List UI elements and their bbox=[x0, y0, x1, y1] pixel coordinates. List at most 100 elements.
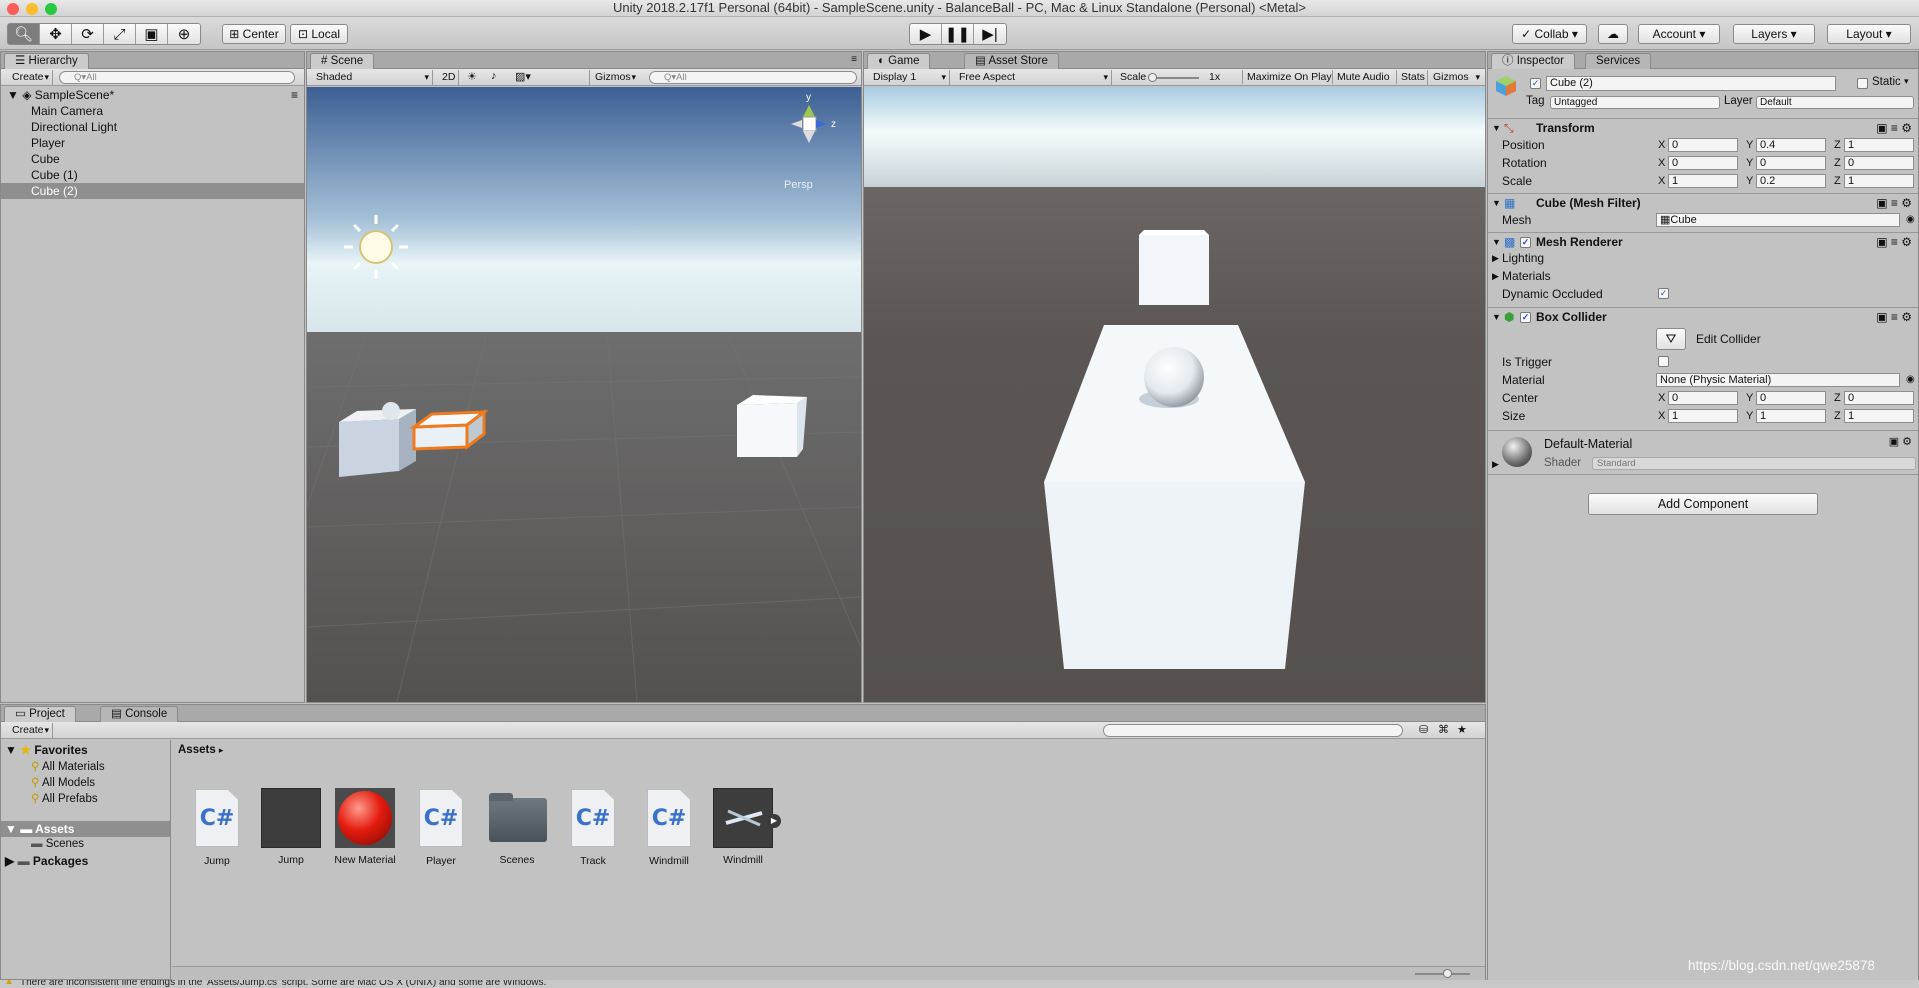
maximize-on-play-toggle[interactable]: Maximize On Play bbox=[1242, 70, 1336, 84]
account-dropdown[interactable]: Account ▾ bbox=[1638, 24, 1720, 44]
asset-item[interactable]: Jump bbox=[256, 788, 326, 866]
rotation-z-field[interactable]: 0 bbox=[1844, 156, 1914, 170]
asset-item[interactable]: C# Track bbox=[558, 788, 628, 867]
asset-item[interactable]: C# Windmill bbox=[634, 788, 704, 867]
aspect-dropdown[interactable]: Free Aspect bbox=[954, 70, 1112, 85]
scale-slider-thumb[interactable] bbox=[1148, 73, 1157, 82]
step-icon[interactable]: ▶| bbox=[974, 24, 1006, 44]
minimize-window-button[interactable] bbox=[26, 3, 38, 15]
size-y-field[interactable]: 1 bbox=[1756, 409, 1826, 423]
hierarchy-item[interactable]: Player bbox=[1, 135, 304, 151]
favorite-star-icon[interactable]: ★ bbox=[1457, 723, 1470, 736]
shader-dropdown[interactable]: Standard bbox=[1592, 457, 1916, 470]
icon-size-slider[interactable] bbox=[1415, 969, 1470, 978]
game-gizmos-dropdown[interactable]: Gizmos bbox=[1427, 70, 1483, 85]
zoom-window-button[interactable] bbox=[45, 3, 57, 15]
expand-prefab-icon[interactable]: ▶ bbox=[767, 814, 781, 828]
scale-tool-icon[interactable]: ⤢ bbox=[104, 24, 136, 44]
filter-type-icon[interactable]: ⛁ bbox=[1419, 723, 1432, 736]
object-picker-icon[interactable]: ◉ bbox=[1906, 211, 1915, 229]
shading-mode-dropdown[interactable]: Shaded bbox=[311, 70, 433, 85]
scenes-tree-item[interactable]: ▬ Scenes bbox=[31, 838, 84, 850]
materials-foldout[interactable]: ▶ Materials bbox=[1488, 267, 1918, 285]
project-search-input[interactable] bbox=[1103, 724, 1403, 737]
tab-services[interactable]: Services bbox=[1585, 53, 1652, 69]
position-x-field[interactable]: 0 bbox=[1668, 138, 1738, 152]
asset-item[interactable]: C# Jump bbox=[182, 788, 252, 867]
static-checkbox[interactable] bbox=[1857, 78, 1868, 89]
pause-icon[interactable]: ❚❚ bbox=[942, 24, 974, 44]
mesh-filter-header[interactable]: ▼ ▦ Cube (Mesh Filter) ▣ ≡ ⚙ bbox=[1488, 193, 1918, 212]
rect-tool-icon[interactable]: ▣ bbox=[136, 24, 168, 44]
2d-toggle[interactable]: 2D bbox=[437, 70, 459, 98]
position-y-field[interactable]: 0.4 bbox=[1756, 138, 1826, 152]
hierarchy-search-input[interactable]: Q▾All bbox=[59, 71, 295, 84]
lighting-toggle-icon[interactable]: ☀ bbox=[467, 70, 477, 83]
tab-scene[interactable]: # Scene bbox=[310, 53, 375, 69]
asset-item[interactable]: C# Player bbox=[406, 788, 476, 867]
tab-game[interactable]: ◐ Game bbox=[867, 53, 931, 69]
collab-dropdown[interactable]: ✓ Collab ▾ bbox=[1512, 24, 1587, 44]
packages-tree-item[interactable]: ▶ ▬ Packages bbox=[5, 854, 88, 868]
material-menu-icon[interactable]: ▣ ⚙ bbox=[1889, 435, 1912, 448]
lighting-foldout[interactable]: ▶ Lighting bbox=[1488, 249, 1918, 267]
mute-audio-toggle[interactable]: Mute Audio bbox=[1332, 70, 1394, 84]
scene-root-row[interactable]: ▼ ◈ SampleScene* ≡ bbox=[1, 87, 304, 103]
hierarchy-item[interactable]: Cube (1) bbox=[1, 167, 304, 183]
close-window-button[interactable] bbox=[7, 3, 19, 15]
project-create-dropdown[interactable]: Create bbox=[7, 723, 53, 738]
audio-toggle-icon[interactable]: ♪ bbox=[491, 70, 497, 82]
scale-z-field[interactable]: 1 bbox=[1844, 174, 1914, 188]
tab-inspector[interactable]: ⓘ Inspector bbox=[1491, 53, 1576, 69]
is-trigger-checkbox[interactable] bbox=[1658, 356, 1669, 367]
component-menu-icon[interactable]: ▣ ≡ ⚙ bbox=[1876, 308, 1912, 327]
transform-header[interactable]: ▼ ⤡ Transform ▣ ≡ ⚙ bbox=[1488, 118, 1918, 137]
hierarchy-item-selected[interactable]: Cube (2) bbox=[1, 183, 304, 199]
hierarchy-item[interactable]: Directional Light bbox=[1, 119, 304, 135]
object-name-field[interactable]: Cube (2) bbox=[1546, 76, 1836, 91]
hand-tool-icon[interactable]: 🔍︎ bbox=[8, 24, 40, 44]
asset-item[interactable]: New Material bbox=[330, 788, 400, 866]
scale-y-field[interactable]: 0.2 bbox=[1756, 174, 1826, 188]
rotate-tool-icon[interactable]: ⟳ bbox=[72, 24, 104, 44]
panel-menu-icon[interactable]: ≡ bbox=[851, 54, 857, 65]
status-bar[interactable]: ▲ There are inconsistent line endings in… bbox=[0, 980, 1919, 988]
add-component-button[interactable]: Add Component bbox=[1588, 493, 1818, 515]
center-z-field[interactable]: 0 bbox=[1844, 391, 1914, 405]
scene-gizmos-dropdown[interactable]: Gizmos bbox=[589, 70, 639, 85]
rotation-x-field[interactable]: 0 bbox=[1668, 156, 1738, 170]
favorites-item[interactable]: ▼ ★ Favorites bbox=[5, 743, 88, 757]
size-z-field[interactable]: 1 bbox=[1844, 409, 1914, 423]
collider-material-field[interactable]: None (Physic Material) bbox=[1656, 373, 1900, 387]
play-icon[interactable]: ▶ bbox=[910, 24, 942, 44]
scene-viewport[interactable]: y z Persp bbox=[307, 87, 861, 702]
scene-search-input[interactable]: Q▾All bbox=[649, 71, 857, 84]
tab-asset-store[interactable]: ▤ Asset Store bbox=[964, 53, 1059, 69]
display-dropdown[interactable]: Display 1 bbox=[868, 70, 950, 85]
cloud-button[interactable]: ☁ bbox=[1598, 24, 1628, 44]
pivot-center-button[interactable]: ⊞ Center bbox=[222, 24, 286, 44]
layers-dropdown[interactable]: Layers ▾ bbox=[1733, 24, 1815, 44]
scale-x-field[interactable]: 1 bbox=[1668, 174, 1738, 188]
scale-slider[interactable] bbox=[1148, 73, 1199, 82]
tab-project[interactable]: ▭ Project bbox=[4, 706, 76, 722]
center-x-field[interactable]: 0 bbox=[1668, 391, 1738, 405]
hierarchy-create-dropdown[interactable]: Create bbox=[7, 70, 53, 85]
expand-arrow-icon[interactable]: ▶ bbox=[1492, 459, 1499, 470]
scene-menu-icon[interactable]: ≡ bbox=[291, 87, 298, 103]
active-checkbox[interactable]: ✓ bbox=[1530, 78, 1541, 89]
space-local-button[interactable]: ⊡ Local bbox=[290, 24, 348, 44]
tab-hierarchy[interactable]: ☰ Hierarchy bbox=[4, 53, 89, 69]
stats-toggle[interactable]: Stats bbox=[1396, 70, 1429, 84]
box-collider-header[interactable]: ▼ ⬢ ✓ Box Collider ▣ ≡ ⚙ bbox=[1488, 307, 1918, 326]
layer-dropdown[interactable]: Default bbox=[1756, 96, 1914, 109]
assets-tree-item[interactable]: ▼ ▬ Assets bbox=[1, 821, 170, 837]
breadcrumb-assets[interactable]: Assets bbox=[178, 744, 216, 756]
dynamic-occluded-checkbox[interactable]: ✓ bbox=[1658, 288, 1669, 299]
asset-item[interactable]: ▶ Windmill bbox=[708, 788, 781, 866]
static-dropdown-arrow[interactable]: ▾ bbox=[1904, 76, 1909, 87]
favorite-item[interactable]: ⚲ All Prefabs bbox=[31, 791, 98, 805]
tag-dropdown[interactable]: Untagged bbox=[1550, 96, 1720, 109]
hierarchy-item[interactable]: Main Camera bbox=[1, 103, 304, 119]
favorite-item[interactable]: ⚲ All Materials bbox=[31, 759, 105, 773]
